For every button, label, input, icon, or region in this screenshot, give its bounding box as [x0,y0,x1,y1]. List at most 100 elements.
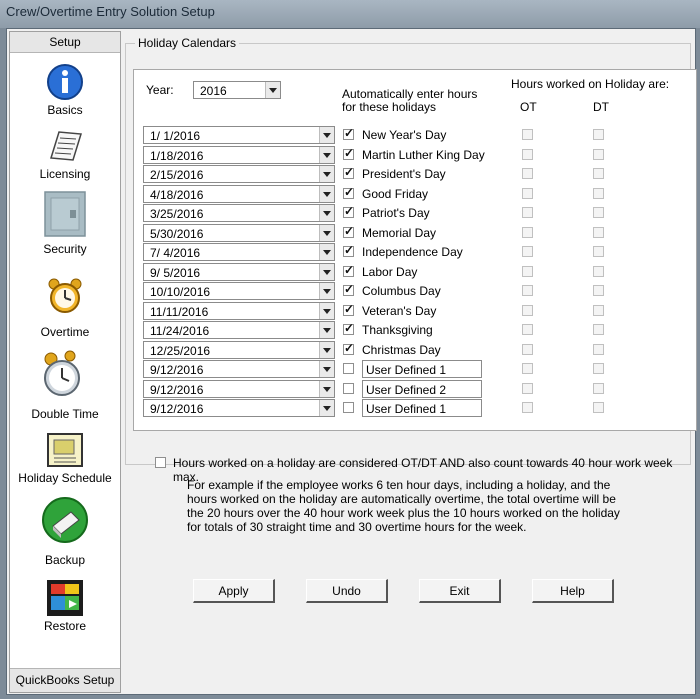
holiday-name-label: President's Day [362,167,446,181]
sidebar-item-overtime[interactable]: Overtime [10,276,120,350]
holiday-ot-checkbox[interactable] [522,363,533,374]
holiday-dt-checkbox[interactable] [593,227,604,238]
holiday-ot-checkbox[interactable] [522,266,533,277]
holiday-auto-checkbox[interactable] [343,402,354,413]
holiday-dt-checkbox[interactable] [593,129,604,140]
chevron-down-icon[interactable] [319,127,334,143]
chevron-down-icon[interactable] [319,225,334,241]
holiday-dt-checkbox[interactable] [593,383,604,394]
sidebar-item-basics[interactable]: Basics [10,62,120,136]
holiday-date-select[interactable]: 11/24/2016 [143,321,335,339]
holiday-date-select[interactable]: 9/12/2016 [143,380,335,398]
holiday-auto-checkbox[interactable] [343,165,354,179]
holiday-name-input[interactable]: User Defined 1 [362,360,482,378]
holiday-auto-checkbox[interactable] [343,204,354,218]
holiday-dt-checkbox[interactable] [593,207,604,218]
chevron-down-icon[interactable] [319,361,334,377]
holiday-auto-checkbox[interactable] [343,363,354,374]
holiday-auto-checkbox[interactable] [343,282,354,296]
chevron-down-icon[interactable] [319,186,334,202]
apply-button[interactable]: Apply [193,579,275,603]
holiday-date-select[interactable]: 1/ 1/2016 [143,126,335,144]
backup-disk-icon [42,497,88,543]
holiday-auto-checkbox[interactable] [343,302,354,316]
setup-window: Setup Basics Licensing Security Overtime… [6,28,697,695]
sidebar-item-label: Security [43,242,87,256]
holiday-ot-checkbox[interactable] [522,168,533,179]
exit-button[interactable]: Exit [419,579,501,603]
chevron-down-icon[interactable] [319,283,334,299]
chevron-down-icon[interactable] [319,303,334,319]
holiday-auto-checkbox[interactable] [343,126,354,140]
chevron-down-icon[interactable] [319,400,334,416]
holiday-date-select[interactable]: 11/11/2016 [143,302,335,320]
undo-button[interactable]: Undo [306,579,388,603]
holiday-name-input[interactable]: User Defined 2 [362,380,482,398]
sidebar-item-backup[interactable]: Backup [10,496,120,570]
holiday-ot-checkbox[interactable] [522,207,533,218]
holiday-date-select[interactable]: 1/18/2016 [143,146,335,164]
holiday-dt-checkbox[interactable] [593,168,604,179]
holiday-ot-checkbox[interactable] [522,324,533,335]
holiday-ot-checkbox[interactable] [522,129,533,140]
holiday-date-select[interactable]: 9/ 5/2016 [143,263,335,281]
holiday-date-select[interactable]: 12/25/2016 [143,341,335,359]
holiday-auto-checkbox[interactable] [343,224,354,238]
holiday-date-select[interactable]: 9/12/2016 [143,360,335,378]
chevron-down-icon[interactable] [319,147,334,163]
chevron-down-icon[interactable] [265,82,280,98]
holiday-auto-checkbox[interactable] [343,243,354,257]
holiday-dt-checkbox[interactable] [593,188,604,199]
holiday-dt-checkbox[interactable] [593,149,604,160]
holiday-date-select[interactable]: 10/10/2016 [143,282,335,300]
ot-dt-count-checkbox[interactable] [155,457,166,468]
holiday-ot-checkbox[interactable] [522,305,533,316]
year-select[interactable]: 2016 [193,81,281,99]
sidebar-item-double-time[interactable]: Double Time [10,350,120,424]
holiday-ot-checkbox[interactable] [522,383,533,394]
sidebar-item-label: Overtime [40,325,90,339]
holiday-auto-checkbox[interactable] [343,321,354,335]
holiday-auto-checkbox[interactable] [343,383,354,394]
quickbooks-setup-button[interactable]: QuickBooks Setup [10,668,120,692]
sidebar-item-holiday-schedule[interactable]: Holiday Schedule [10,430,120,504]
chevron-down-icon[interactable] [319,342,334,358]
holiday-date-select[interactable]: 7/ 4/2016 [143,243,335,261]
sidebar-item-security[interactable]: Security [10,190,120,264]
holiday-date-select[interactable]: 5/30/2016 [143,224,335,242]
chevron-down-icon[interactable] [319,244,334,260]
sidebar-item-label: Double Time [31,407,99,421]
holiday-dt-checkbox[interactable] [593,344,604,355]
sidebar-item-licensing[interactable]: Licensing [10,126,120,200]
holiday-ot-checkbox[interactable] [522,285,533,296]
chevron-down-icon[interactable] [319,166,334,182]
holiday-dt-checkbox[interactable] [593,305,604,316]
holiday-date-select[interactable]: 3/25/2016 [143,204,335,222]
holiday-ot-checkbox[interactable] [522,149,533,160]
chevron-down-icon[interactable] [319,264,334,280]
holiday-dt-checkbox[interactable] [593,285,604,296]
sidebar-item-restore[interactable]: Restore [10,578,120,652]
holiday-dt-checkbox[interactable] [593,246,604,257]
holiday-name-input[interactable]: User Defined 1 [362,399,482,417]
holiday-date-select[interactable]: 9/12/2016 [143,399,335,417]
chevron-down-icon[interactable] [319,322,334,338]
holiday-ot-checkbox[interactable] [522,402,533,413]
holiday-date-select[interactable]: 4/18/2016 [143,185,335,203]
help-button[interactable]: Help [532,579,614,603]
holiday-ot-checkbox[interactable] [522,188,533,199]
chevron-down-icon[interactable] [319,205,334,221]
holiday-auto-checkbox[interactable] [343,263,354,277]
holiday-ot-checkbox[interactable] [522,227,533,238]
holiday-auto-checkbox[interactable] [343,185,354,199]
holiday-auto-checkbox[interactable] [343,341,354,355]
chevron-down-icon[interactable] [319,381,334,397]
holiday-ot-checkbox[interactable] [522,344,533,355]
holiday-auto-checkbox[interactable] [343,146,354,160]
holiday-dt-checkbox[interactable] [593,324,604,335]
holiday-ot-checkbox[interactable] [522,246,533,257]
holiday-dt-checkbox[interactable] [593,266,604,277]
holiday-date-select[interactable]: 2/15/2016 [143,165,335,183]
holiday-dt-checkbox[interactable] [593,363,604,374]
holiday-dt-checkbox[interactable] [593,402,604,413]
